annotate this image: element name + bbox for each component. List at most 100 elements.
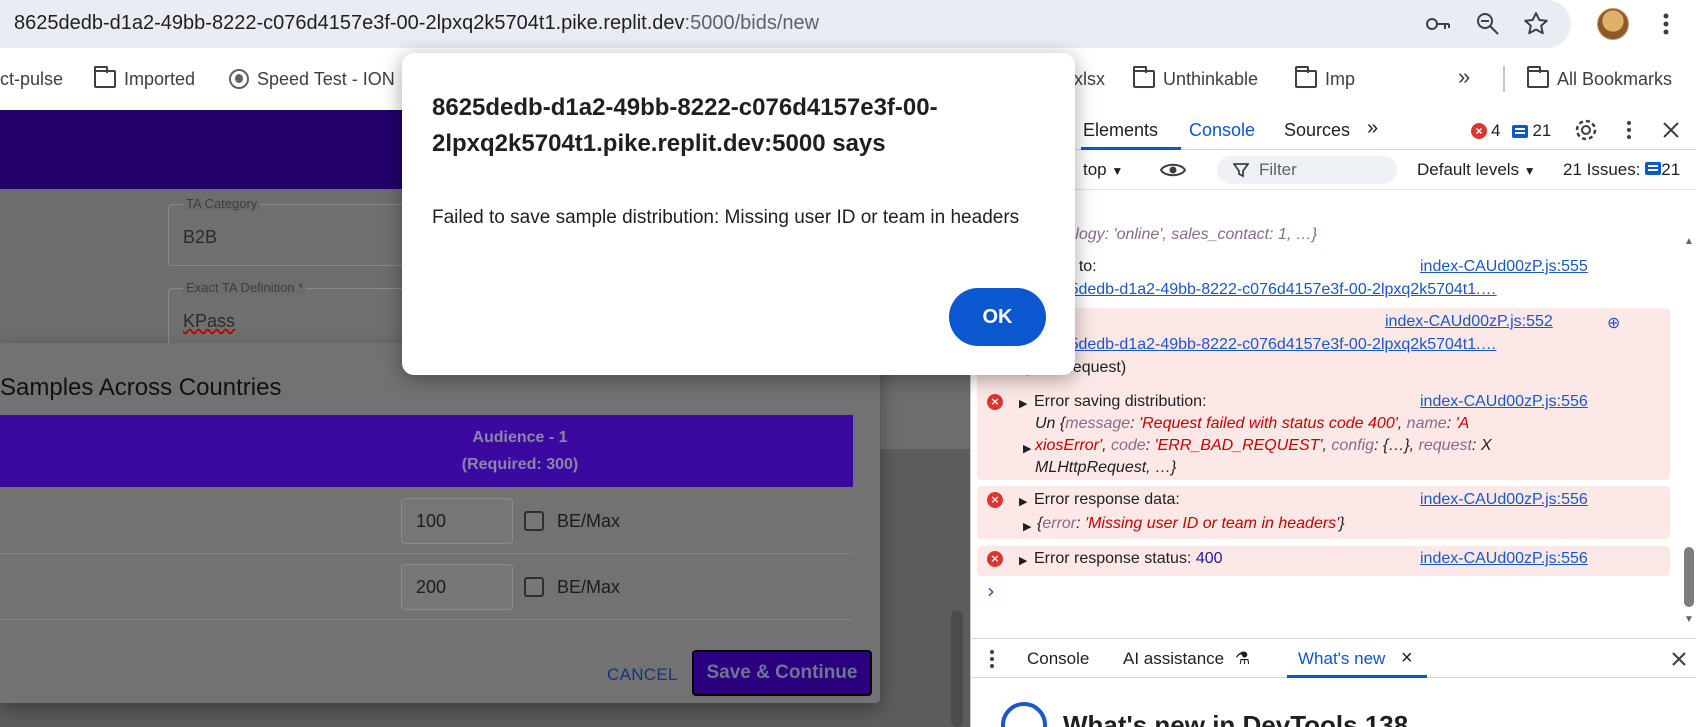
avatar[interactable] bbox=[1597, 8, 1629, 40]
error-count: 4 bbox=[1491, 121, 1501, 140]
alert-message: Failed to save sample distribution: Miss… bbox=[432, 207, 1020, 228]
folder-icon bbox=[1295, 66, 1317, 88]
bookmark-speed-test[interactable]: Speed Test - ION bbox=[229, 66, 395, 92]
bookmark-label: All Bookmarks bbox=[1557, 68, 1673, 89]
url-path: :5000/bids/new bbox=[684, 12, 820, 34]
close-tab-icon[interactable]: × bbox=[1401, 647, 1413, 670]
context-selector[interactable]: top ▼ bbox=[1083, 160, 1123, 180]
error-title: Error saving distribution: bbox=[1034, 393, 1207, 410]
drawer-tab-console[interactable]: Console bbox=[1027, 649, 1089, 669]
flask-icon: ⚗ bbox=[1235, 649, 1251, 668]
bookmark-xlsx[interactable]: xlsx bbox=[1074, 66, 1105, 92]
tab-console[interactable]: Console bbox=[1189, 120, 1255, 141]
obj-value: 'ERR_BAD_REQUEST' bbox=[1154, 437, 1323, 454]
checkbox-label: BE/Max bbox=[557, 511, 621, 531]
source-link[interactable]: index-CAUd00zP.js:552 bbox=[1385, 313, 1553, 331]
obj-key: error bbox=[1042, 515, 1077, 532]
settings-gear-icon[interactable] bbox=[1572, 116, 1600, 144]
log-levels-dropdown[interactable]: Default levels ▼ bbox=[1417, 160, 1536, 180]
sample-input[interactable]: 100 bbox=[401, 498, 513, 544]
scroll-up-icon[interactable]: ▲ bbox=[1684, 236, 1694, 247]
drawer-tab-whats-new[interactable]: What's new bbox=[1298, 649, 1385, 669]
bookmark-imp[interactable]: Imp bbox=[1295, 66, 1355, 92]
field-value: B2B bbox=[183, 227, 218, 247]
expand-triangle-icon[interactable]: ▶ bbox=[1023, 517, 1031, 535]
scroll-down-icon[interactable]: ▼ bbox=[1684, 614, 1694, 625]
error-icon: × bbox=[987, 551, 1003, 567]
obj-key: config bbox=[1331, 437, 1375, 454]
close-devtools-icon[interactable] bbox=[1657, 116, 1685, 144]
message-icon bbox=[1645, 162, 1662, 175]
status-value: 400 bbox=[1195, 550, 1223, 567]
close-drawer-icon[interactable] bbox=[1671, 651, 1687, 672]
bookmark-imported[interactable]: Imported bbox=[94, 66, 195, 92]
key-icon[interactable] bbox=[1424, 10, 1452, 38]
obj-text: } bbox=[1339, 515, 1345, 532]
sample-input[interactable]: 200 bbox=[401, 564, 513, 610]
devtools-panel: Elements Console Sources » × 4 21 top ▼ … bbox=[970, 110, 1696, 727]
cancel-button[interactable]: CANCEL bbox=[607, 665, 678, 685]
url-host: 8625dedb-d1a2-49bb-8222-c076d4157e3f-00-… bbox=[14, 12, 685, 34]
be-max-checkbox[interactable] bbox=[524, 511, 544, 531]
devtools-logo-icon bbox=[1001, 702, 1047, 727]
save-continue-button[interactable]: Save & Continue bbox=[692, 650, 872, 696]
audience-header bbox=[0, 415, 853, 487]
bookmarks-overflow-button[interactable]: » bbox=[1458, 64, 1470, 90]
bookmark-label: xlsx bbox=[1074, 68, 1105, 89]
drawer-tab-ai-assistance[interactable]: AI assistance bbox=[1123, 649, 1224, 669]
console-scrollbar[interactable]: ▲ ▼ bbox=[1681, 232, 1696, 630]
bookmark-label: Imp bbox=[1325, 68, 1356, 89]
folder-icon bbox=[1527, 66, 1549, 88]
obj-key: request bbox=[1418, 437, 1472, 454]
drawer-menu-icon[interactable] bbox=[989, 649, 995, 674]
message-icon bbox=[1512, 124, 1529, 138]
zoom-icon[interactable] bbox=[1474, 10, 1502, 38]
source-link[interactable]: index-CAUd00zP.js:556 bbox=[1420, 550, 1588, 568]
star-icon[interactable] bbox=[1522, 10, 1550, 38]
object-line: Un {message: 'Request failed with status… bbox=[1035, 415, 1470, 432]
more-tabs-icon[interactable]: » bbox=[1367, 117, 1378, 140]
url-text[interactable]: 8625dedb-d1a2-49bb-8222-c076d4157e3f-00-… bbox=[14, 12, 819, 35]
all-bookmarks[interactable]: All Bookmarks bbox=[1527, 66, 1672, 92]
bookmark-label: Unthinkable bbox=[1163, 68, 1259, 89]
page-scrollbar[interactable] bbox=[951, 610, 963, 727]
obj-text: Un { bbox=[1035, 415, 1066, 432]
expand-triangle-icon[interactable]: ▶ bbox=[1019, 492, 1027, 510]
issues-button[interactable]: 21 Issues: 21 bbox=[1563, 160, 1680, 180]
message-count: 21 bbox=[1532, 121, 1552, 140]
alert-title: 8625dedb-d1a2-49bb-8222-c076d4157e3f-00-… bbox=[432, 94, 938, 157]
network-request-icon[interactable]: ⊕ bbox=[1607, 313, 1620, 333]
expand-triangle-icon[interactable]: ▶ bbox=[1019, 394, 1027, 412]
ok-button[interactable]: OK bbox=[949, 288, 1046, 346]
levels-label: Default levels bbox=[1417, 160, 1520, 179]
tab-elements[interactable]: Elements bbox=[1083, 120, 1158, 141]
be-max-checkbox[interactable] bbox=[524, 577, 544, 597]
console-prompt[interactable]: › bbox=[987, 579, 995, 603]
kebab-menu-icon[interactable] bbox=[1652, 10, 1680, 38]
bookmark-label: Imported bbox=[124, 68, 196, 89]
field-label: TA Category bbox=[183, 196, 261, 211]
source-link[interactable]: index-CAUd00zP.js:556 bbox=[1420, 491, 1588, 509]
eye-icon[interactable] bbox=[1159, 156, 1187, 184]
devtools-kebab-icon[interactable] bbox=[1615, 116, 1643, 144]
obj-value: 'Missing user ID or team in headers' bbox=[1085, 515, 1340, 532]
expand-triangle-icon[interactable]: ▶ bbox=[1019, 551, 1027, 569]
error-counter[interactable]: × 4 21 bbox=[1471, 121, 1551, 141]
devtools-tabbar: Elements Console Sources » × 4 21 bbox=[971, 110, 1696, 150]
field-label: Exact TA Definition * bbox=[183, 280, 307, 295]
request-url-link[interactable]: //8625dedb-d1a2-49bb-8222-c076d4157e3f-0… bbox=[1034, 281, 1497, 299]
bookmark-unthinkable[interactable]: Unthinkable bbox=[1133, 66, 1258, 92]
bookmark-ct-pulse[interactable]: ct-pulse bbox=[0, 66, 63, 92]
source-link[interactable]: index-CAUd00zP.js:555 bbox=[1420, 258, 1588, 276]
source-link[interactable]: index-CAUd00zP.js:556 bbox=[1420, 393, 1588, 411]
omnibox[interactable]: 8625dedb-d1a2-49bb-8222-c076d4157e3f-00-… bbox=[0, 0, 1571, 48]
alert-dialog: 8625dedb-d1a2-49bb-8222-c076d4157e3f-00-… bbox=[402, 53, 1075, 375]
audience-required: (Required: 300) bbox=[461, 456, 579, 473]
error-icon: × bbox=[987, 394, 1003, 410]
request-url-link[interactable]: //8625dedb-d1a2-49bb-8222-c076d4157e3f-0… bbox=[1034, 336, 1497, 354]
folder-icon bbox=[1133, 66, 1155, 88]
field-value: KPass bbox=[183, 311, 236, 331]
tab-sources[interactable]: Sources bbox=[1284, 120, 1350, 141]
expand-triangle-icon[interactable]: ▶ bbox=[1023, 439, 1031, 457]
scroll-thumb[interactable] bbox=[1684, 547, 1694, 607]
